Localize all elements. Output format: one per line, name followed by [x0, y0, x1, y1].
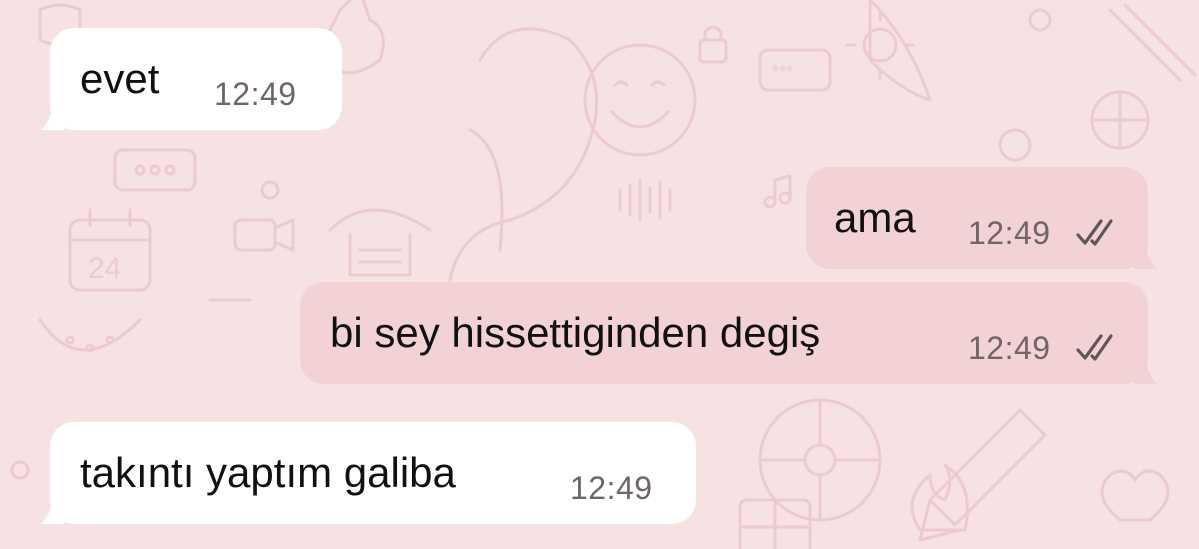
svg-text:24: 24: [88, 252, 121, 285]
read-double-check-icon: [1076, 219, 1113, 246]
bubble-tail: [40, 100, 64, 130]
message-timestamp: 12:49: [570, 470, 653, 506]
message-timestamp: 12:49: [968, 215, 1051, 251]
bubble-tail: [40, 494, 64, 524]
message-text: takıntı yaptım galiba: [80, 449, 456, 496]
message-text: ama: [834, 194, 916, 241]
message-text: evet: [80, 55, 160, 102]
svg-text:***: ***: [772, 62, 793, 82]
message-bubble-incoming[interactable]: evet 12:49: [40, 28, 342, 130]
bubble-tail: [1134, 354, 1158, 384]
message-timestamp: 12:49: [968, 330, 1051, 366]
message-bubble-outgoing[interactable]: ama 12:49: [806, 167, 1158, 269]
message-bubble-outgoing[interactable]: bi sey hissettiginden degiş 12:49: [300, 282, 1158, 384]
message-timestamp: 12:49: [214, 76, 297, 112]
read-double-check-icon: [1076, 334, 1113, 361]
message-bubble-incoming[interactable]: takıntı yaptım galiba 12:49: [40, 422, 696, 524]
message-text: bi sey hissettiginden degiş: [330, 309, 821, 356]
bubble-tail: [1134, 239, 1158, 269]
